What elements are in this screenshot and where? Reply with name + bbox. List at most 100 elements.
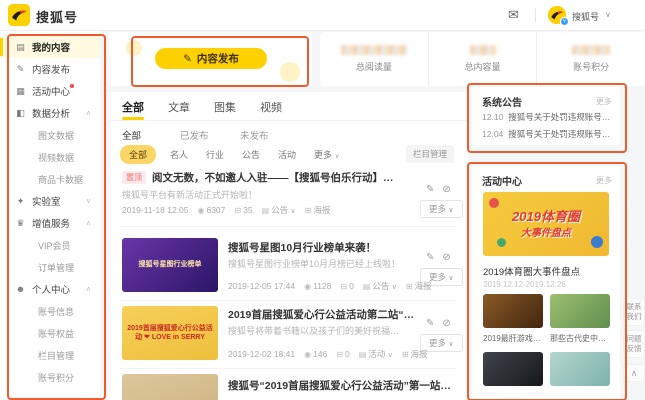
- item-poster-link[interactable]: ⊞海报: [406, 280, 432, 292]
- column-manage-button[interactable]: 栏目管理: [406, 145, 454, 163]
- edit-icon[interactable]: ✎: [426, 252, 434, 263]
- edit-icon[interactable]: ✎: [426, 318, 434, 329]
- account-name[interactable]: 搜狐号: [572, 10, 599, 23]
- activity-card-thumbnail[interactable]: [550, 294, 610, 328]
- sidebar-item-label: 数据分析: [32, 106, 70, 120]
- view-count: 1128: [313, 281, 331, 291]
- censored-value: [470, 45, 496, 55]
- poster-label: 海报: [411, 349, 428, 359]
- divider: [120, 300, 456, 301]
- content-publish-button[interactable]: ✎ 内容发布: [155, 48, 267, 69]
- item-poster-link[interactable]: ⊞海报: [305, 204, 331, 216]
- collapse-down-icon[interactable]: ∨: [86, 197, 91, 205]
- item-meta-row: 2019-12-02 18:41 ◉146 ⊟0 ▤活动 ∨ ⊞海报: [228, 348, 428, 360]
- sidebar-item-label: VIP会员: [38, 239, 71, 252]
- announcement-item[interactable]: 12.10搜狐号关于处罚违规账号的…: [482, 111, 612, 123]
- item-thumbnail[interactable]: [122, 374, 218, 400]
- sidebar-item-lab[interactable]: ✦ 实验室 ∨: [0, 190, 100, 212]
- collapse-up-icon[interactable]: ∧: [86, 109, 91, 117]
- category-filter-activity[interactable]: 活动: [278, 148, 296, 161]
- edit-icon[interactable]: ✎: [426, 184, 434, 195]
- feedback-button[interactable]: 问题反馈: [623, 330, 645, 358]
- item-meta-row: 2019-11-18 12:05 ◉6307 ⊟35 ▤公告 ∨ ⊞海报: [122, 204, 330, 216]
- sidebar-item-product-card-data[interactable]: 商品卡数据: [0, 168, 100, 190]
- sidebar-item-article-data[interactable]: 图文数据: [0, 124, 100, 146]
- sidebar-item-video-data[interactable]: 视频数据: [0, 146, 100, 168]
- announcements-title: 系统公告: [482, 94, 522, 109]
- status-filter-unpublished[interactable]: 未发布: [240, 128, 269, 142]
- delete-icon[interactable]: ⊘: [442, 184, 450, 195]
- item-category-select[interactable]: ▤公告 ∨: [363, 280, 397, 292]
- tab-articles[interactable]: 文章: [168, 99, 190, 115]
- sidebar-item-data-analysis[interactable]: ◧ 数据分析 ∧: [0, 102, 100, 124]
- item-poster-link[interactable]: ⊞海报: [402, 348, 428, 360]
- account-caret-down-icon[interactable]: ∨: [605, 10, 611, 19]
- comment-count: 0: [349, 281, 354, 291]
- tab-all[interactable]: 全部: [122, 99, 144, 115]
- sidebar-item-activity-center[interactable]: ▦ 活动中心: [0, 80, 100, 102]
- activity-card-thumbnail[interactable]: [483, 294, 543, 328]
- activity-feature-banner[interactable]: 2019体育圈 大事件盘点: [483, 192, 609, 256]
- collapse-up-icon[interactable]: ∧: [86, 285, 91, 293]
- contact-us-button[interactable]: 联系我们: [623, 298, 645, 326]
- sidebar-item-my-content[interactable]: ▤ 我的内容: [0, 36, 100, 58]
- item-category-select[interactable]: ▤活动 ∨: [359, 348, 393, 360]
- status-filter-published[interactable]: 已发布: [180, 128, 209, 142]
- mail-icon[interactable]: ✉: [508, 7, 519, 23]
- item-thumbnail[interactable]: 搜狐号星图行业榜单: [122, 238, 218, 292]
- sidebar-item-order-management[interactable]: 订单管理: [0, 256, 100, 278]
- banner-decor: [497, 238, 506, 247]
- sidebar-item-publish[interactable]: ✎ 内容发布: [0, 58, 100, 80]
- announcement-text: 搜狐号关于处罚违规账号的…: [508, 129, 612, 139]
- sidebar-item-column-management[interactable]: 栏目管理: [0, 344, 100, 366]
- content-item-title[interactable]: 阅文无数，不如邀人入驻——【搜狐号伯乐行动】开启: [152, 170, 402, 185]
- stat-label: 总阅读量: [356, 60, 392, 73]
- sidebar-item-account-info[interactable]: 账号信息: [0, 300, 100, 322]
- sidebar-item-personal-center[interactable]: ☻ 个人中心 ∧: [0, 278, 100, 300]
- caret-down-icon: ∨: [448, 275, 453, 282]
- sidebar-item-label: 增值服务: [32, 216, 70, 230]
- sidebar-item-value-added-services[interactable]: ♛ 增值服务 ∧: [0, 212, 100, 234]
- sidebar-item-vip-member[interactable]: VIP会员: [0, 234, 100, 256]
- item-category-select[interactable]: ▤公告 ∨: [262, 204, 296, 216]
- activity-card-caption[interactable]: 那些古代史中的…: [550, 333, 612, 344]
- category-filter-all[interactable]: 全部: [120, 145, 156, 164]
- tab-galleries[interactable]: 图集: [214, 99, 236, 115]
- sidebar-item-label: 账号积分: [38, 371, 74, 384]
- sidebar-item-account-rights[interactable]: 账号权益: [0, 322, 100, 344]
- sidebar-item-account-points[interactable]: 账号积分: [0, 366, 100, 388]
- sidebar-item-label: 内容发布: [32, 62, 70, 76]
- activity-more-link[interactable]: 更多: [596, 175, 612, 186]
- collapse-up-icon[interactable]: ∧: [86, 219, 91, 227]
- category-filter-announcement[interactable]: 公告: [242, 148, 260, 161]
- sidebar-menu: ▤ 我的内容 ✎ 内容发布 ▦ 活动中心 ◧ 数据分析 ∧ 图文数据 视频数据: [0, 36, 100, 388]
- category-filter-more[interactable]: 更多 ∨: [314, 148, 340, 161]
- sohu-logo-icon[interactable]: [8, 4, 30, 26]
- announcement-item[interactable]: 12.04搜狐号关于处罚违规账号的…: [482, 128, 612, 140]
- item-more-button[interactable]: 更多 ∨: [420, 200, 463, 218]
- publish-button-label: 内容发布: [197, 51, 239, 66]
- delete-icon[interactable]: ⊘: [442, 318, 450, 329]
- sidebar-item-label: 账号信息: [38, 305, 74, 318]
- item-thumbnail[interactable]: 2019首届搜狐爱心行公益活动 ❤ LOVE in SERRY: [122, 306, 218, 360]
- category-label: 活动: [368, 349, 385, 359]
- content-item-title[interactable]: 搜狐号“2019首届搜狐爱心行公益活动”第一站圆满举办: [228, 378, 458, 393]
- status-filter-all[interactable]: 全部: [122, 128, 141, 142]
- activity-card-caption[interactable]: 2019最肝游戏…: [483, 333, 545, 344]
- person-icon: ☻: [15, 284, 26, 294]
- content-item-title[interactable]: 搜狐号星图10月行业榜单来袭！: [228, 240, 418, 255]
- caret-down-icon: ∨: [448, 341, 453, 348]
- poster-label: 海报: [415, 281, 432, 291]
- back-to-top-button[interactable]: ∧: [623, 364, 645, 382]
- active-tab-underline: [122, 117, 144, 120]
- activity-feature-title[interactable]: 2019体育圈大事件盘点: [483, 264, 580, 278]
- category-filter-industry[interactable]: 行业: [206, 148, 224, 161]
- activity-card-thumbnail[interactable]: [550, 352, 610, 386]
- announcements-more-link[interactable]: 更多: [596, 96, 612, 107]
- content-item-title[interactable]: 2019首届搜狐爱心行公益活动第二站“爱在鹿里”圆满举办: [228, 307, 418, 322]
- category-filter-celebrity[interactable]: 名人: [170, 148, 188, 161]
- chart-icon: ◧: [15, 108, 26, 119]
- delete-icon[interactable]: ⊘: [442, 252, 450, 263]
- activity-card-thumbnail[interactable]: [483, 352, 543, 386]
- tab-videos[interactable]: 视频: [260, 99, 282, 115]
